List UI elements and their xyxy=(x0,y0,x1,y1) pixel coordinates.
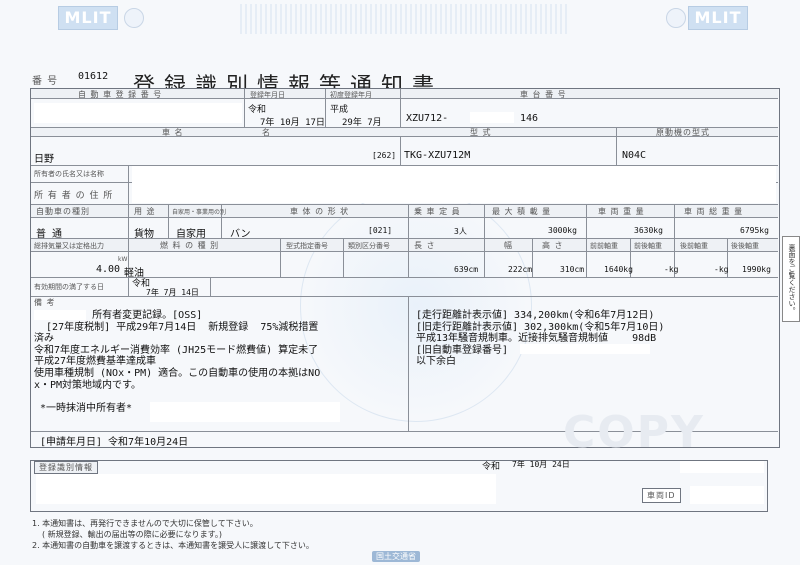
note-1: 1. 本通知書は、再発行できませんので大切に保管して下さい。 xyxy=(32,519,258,528)
car-name-value: 日野 xyxy=(34,154,54,165)
reg-no-label: 自 動 車 登 録 番 号 xyxy=(78,90,163,99)
rf-value: -kg xyxy=(714,265,729,274)
note-1b: ( 新規登録、輸出の届出等の際に必要になります。) xyxy=(42,530,222,539)
chassis-prefix: XZU712- xyxy=(406,113,449,124)
id-info-redacted xyxy=(36,474,496,504)
remarks-label: 備 考 xyxy=(34,298,56,307)
load-value: 3000kg xyxy=(548,226,577,235)
car-name-sep: 名 xyxy=(262,128,271,137)
number-label: 番 号 xyxy=(32,76,59,87)
capacity-value: 3人 xyxy=(454,227,467,236)
copy-watermark: COPY xyxy=(563,407,705,458)
fuel-label: 燃 料 の 種 別 xyxy=(160,241,220,250)
use-value: 貨物 xyxy=(134,229,154,240)
model-value: TKG-XZU712M xyxy=(404,150,471,161)
ministry-label: 国土交通省 xyxy=(376,552,416,561)
body-label: 車 体 の 形 状 xyxy=(290,207,350,216)
seal-redacted xyxy=(680,461,764,473)
expiry-value: 7年 7月 14日 xyxy=(146,288,199,297)
number-value: 01612 xyxy=(78,71,109,82)
car-name-label: 車 名 xyxy=(162,128,184,137)
reg-date-label: 登録年月日 xyxy=(250,91,285,99)
mlit-logo-left: MLIT xyxy=(58,6,118,30)
chassis-label: 車 台 番 号 xyxy=(520,90,567,99)
length-label: 長 さ xyxy=(414,241,436,250)
engine-value: N04C xyxy=(622,150,647,161)
type-no-label: 型式指定番号 xyxy=(286,242,328,250)
remarks-redacted-1 xyxy=(34,310,86,320)
engine-label: 原動機の型式 xyxy=(656,128,710,137)
displacement-label: 総排気量又は定格出力 xyxy=(34,242,104,250)
car-id-label: 車両ID xyxy=(642,488,681,503)
body-value: バン xyxy=(230,229,251,240)
rr-label: 後後軸重 xyxy=(731,242,759,250)
kind-value: 普 通 xyxy=(36,229,63,240)
id-info-label: 登録識別情報 xyxy=(34,461,98,474)
width-value: 222cm xyxy=(508,265,533,274)
fr-value: -kg xyxy=(664,265,679,274)
mlit-logo-right: MLIT xyxy=(688,6,748,30)
remarks-left: 。所有者変更記録。[OSS] [27年度税制] 平成29年7月14日 新規登録 … xyxy=(34,310,321,414)
ff-label: 前前軸重 xyxy=(590,242,618,250)
remarks-redacted-3 xyxy=(520,344,650,354)
issue-date-value: 7年 10月 24日 xyxy=(512,460,570,469)
business-value: 自家用 xyxy=(176,229,206,240)
model-code: [262] xyxy=(372,151,397,160)
seal-icon-right xyxy=(666,8,686,28)
load-label: 最 大 積 載 量 xyxy=(492,207,552,216)
business-label: 自家用・事業用の別 xyxy=(172,209,227,216)
first-reg-label: 初度登録年月 xyxy=(330,91,372,99)
capacity-label: 乗 車 定 員 xyxy=(414,207,461,216)
fr-label: 前後軸重 xyxy=(634,242,662,250)
vehicle-registration-notice: { "header": { "logo_left": "MLIT", "logo… xyxy=(0,0,800,565)
car-id-redacted xyxy=(690,486,764,504)
seal-icon-left xyxy=(124,8,144,28)
kind-label: 自動車の種別 xyxy=(36,207,90,216)
length-value: 639cm xyxy=(454,265,479,274)
application-date: [申請年月日] 令和7年10月24日 xyxy=(40,437,189,448)
class-no-label: 類別区分番号 xyxy=(348,242,390,250)
first-reg-era: 平成 xyxy=(330,105,349,115)
side-note: 裏面をご覧ください。 xyxy=(782,236,800,322)
remarks-redacted-2 xyxy=(150,402,340,422)
reg-date-era: 令和 xyxy=(248,105,267,115)
first-reg-value: 29年 7月 xyxy=(342,118,382,128)
chassis-suffix: 146 xyxy=(520,113,539,124)
body-code: [021] xyxy=(368,226,393,235)
rf-label: 後前軸重 xyxy=(680,242,708,250)
width-label: 幅 xyxy=(504,241,513,250)
ff-value: 1640kg xyxy=(604,265,633,274)
displacement-unit: kW xyxy=(118,256,128,263)
owner-address-label: 所 有 者 の 住 所 xyxy=(34,191,114,201)
height-value: 310cm xyxy=(560,265,585,274)
rr-value: 1990kg xyxy=(742,265,771,274)
note-2: 2. 本通知書の自動車を譲渡するときは、本通知書を譲受人に譲渡して下さい。 xyxy=(32,541,314,550)
weight-value: 3630kg xyxy=(634,226,663,235)
remarks-right: [走行距離計表示値] 334,200km(令和6年7月12日) [旧走行距離計表… xyxy=(416,310,665,368)
gross-label: 車 両 総 重 量 xyxy=(684,207,744,216)
expiry-label: 有効期間の満了する日 xyxy=(34,283,104,291)
issue-date-era: 令和 xyxy=(482,462,501,472)
owner-name-label: 所有者の氏名又は名称 xyxy=(34,170,104,178)
model-label: 型 式 xyxy=(470,128,492,137)
header-ornament xyxy=(240,4,570,34)
height-label: 高 さ xyxy=(542,241,564,250)
ministry-badge: 国土交通省 xyxy=(372,551,420,562)
owner-redacted xyxy=(132,166,776,203)
weight-label: 車 両 重 量 xyxy=(598,207,645,216)
reg-no-redacted xyxy=(34,103,242,123)
gross-value: 6795kg xyxy=(740,226,769,235)
chassis-redacted xyxy=(470,112,514,123)
displacement-value: 4.00 xyxy=(96,264,121,275)
use-label: 用 途 xyxy=(134,207,156,216)
